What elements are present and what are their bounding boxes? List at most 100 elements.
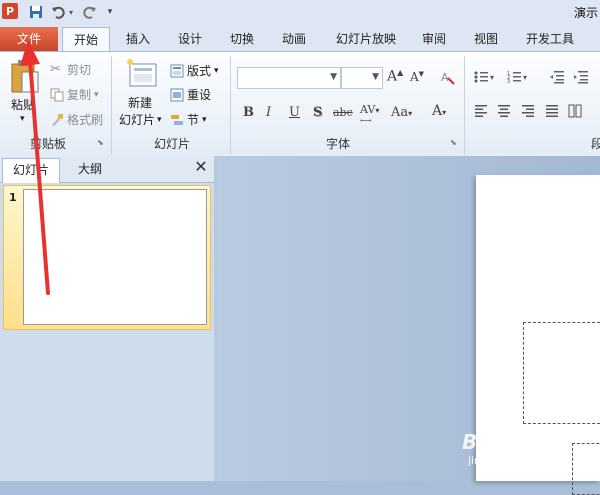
powerpoint-logo-icon: P [2,3,18,19]
svg-text:▾: ▾ [523,73,527,82]
decrease-indent-icon[interactable] [549,70,565,84]
chevron-down-icon[interactable]: ▼ [330,72,337,82]
paste-button[interactable]: 粘贴 [11,96,35,113]
tab-slideshow[interactable]: 幻灯片放映 [326,28,406,51]
align-left-icon[interactable] [474,104,488,118]
layout-icon [170,64,184,78]
tab-transitions[interactable]: 切换 [222,28,262,51]
ribbon: 粘贴 ▾ ✂ 剪切 复制 ▾ 格式刷 剪贴板 ⬊ 新建 幻灯片 ▾ 版式 ▾ 重… [0,51,600,157]
chevron-down-icon[interactable]: ▼ [372,72,379,82]
new-slide-button[interactable]: 幻灯片 ▾ [119,111,162,128]
numbering-icon[interactable]: 1 2 3 ▾ [507,70,529,84]
svg-text:A: A [441,71,449,84]
baidu-watermark-url: jingyan.baidu.com [468,454,570,467]
tab-file[interactable]: 文件 [0,27,58,51]
section-label: 节 [187,113,200,127]
strikethrough-button[interactable]: abc [333,106,353,119]
separator [230,56,231,154]
tab-review[interactable]: 审阅 [414,28,454,51]
paste-icon[interactable] [10,58,40,94]
layout-dropdown-icon[interactable]: ▾ [214,66,219,76]
bold-button[interactable]: B [243,105,254,120]
tab-animations[interactable]: 动画 [274,28,314,51]
new-slide-label-2: 幻灯片 [119,113,156,127]
tab-developer[interactable]: 开发工具 [518,28,582,51]
tab-design[interactable]: 设计 [170,28,210,51]
format-painter-button[interactable]: 格式刷 [50,111,103,128]
reset-icon [170,88,184,102]
save-icon[interactable] [28,3,44,21]
tab-slides[interactable]: 幻灯片 [2,158,60,183]
slide-thumbnail[interactable] [23,189,207,325]
clipboard-launcher-icon[interactable]: ⬊ [97,138,104,147]
undo-dropdown-icon[interactable]: ▾ [67,3,75,21]
svg-text:3: 3 [507,79,510,84]
font-launcher-icon[interactable]: ⬊ [450,138,457,147]
section-dropdown-icon[interactable]: ▾ [202,115,207,125]
brush-icon [50,113,64,127]
separator [464,56,465,154]
justify-icon[interactable] [545,104,559,118]
title-placeholder[interactable] [523,322,600,424]
tab-insert[interactable]: 插入 [118,28,158,51]
align-right-icon[interactable] [521,104,535,118]
align-center-icon[interactable] [497,104,511,118]
reset-label: 重设 [187,88,212,102]
tab-outline[interactable]: 大纲 [62,158,118,182]
font-name-combo[interactable]: ▼ [237,67,341,89]
format-painter-label: 格式刷 [67,113,104,127]
increase-indent-icon[interactable] [573,70,589,84]
customize-toolbar-icon[interactable]: ▾ [104,3,116,21]
clipboard-group-label: 剪贴板 [30,137,67,151]
undo-icon[interactable] [50,3,66,21]
reset-button[interactable]: 重设 [170,86,211,103]
separator [111,56,112,154]
font-color-label: A [432,103,443,119]
font-color-button[interactable]: A▾ [432,103,446,119]
slide-number: 1 [9,191,17,204]
scissors-icon: ✂ [50,61,61,77]
copy-icon [50,88,64,102]
tab-home[interactable]: 开始 [62,27,110,53]
paste-dropdown-icon[interactable]: ▾ [20,114,25,124]
change-case-button[interactable]: Aa▾ [391,105,412,120]
svg-text:▾: ▾ [490,73,494,82]
font-group-label: 字体 [326,137,351,151]
copy-dropdown-icon[interactable]: ▾ [94,90,99,100]
copy-button[interactable]: 复制 ▾ [50,86,99,103]
bullets-icon[interactable]: ▾ [474,70,496,84]
new-slide-icon[interactable] [126,58,158,88]
baidu-watermark-logo: Bai 经验 [462,430,545,454]
slides-group-label: 幻灯片 [154,137,191,151]
cut-button[interactable]: ✂ 剪切 [50,61,91,78]
columns-icon[interactable] [568,104,582,118]
new-slide-label-1[interactable]: 新建 [128,94,152,111]
char-spacing-label: AV [360,103,376,116]
new-slide-dropdown-icon[interactable]: ▾ [157,115,162,125]
shadow-button[interactable]: S [313,105,322,120]
clear-format-icon[interactable]: A [440,69,456,85]
char-spacing-button[interactable]: AV▾ ⟷ [360,103,379,125]
italic-button[interactable]: I [266,105,271,120]
arrows-icon: ⟷ [360,116,372,125]
section-button[interactable]: 节 ▾ [170,111,207,128]
underline-button[interactable]: U [289,105,300,120]
tab-view[interactable]: 视图 [466,28,506,51]
subtitle-placeholder[interactable] [572,443,600,495]
title-bar: P ▾ ▾ 演示 [0,0,600,24]
layout-button[interactable]: 版式 ▾ [170,62,219,79]
redo-icon[interactable] [82,3,98,21]
font-size-combo[interactable]: ▼ [341,67,383,89]
cut-label: 剪切 [67,63,92,77]
layout-label: 版式 [187,64,212,78]
close-icon[interactable]: ✕ [193,159,209,175]
section-icon [170,113,184,127]
shrink-font-label: A [410,70,419,84]
copy-label: 复制 [67,88,92,102]
paragraph-group-label: 段 [591,137,600,151]
shrink-font-button[interactable]: A▼ [410,70,424,84]
grow-font-label: A [387,68,398,85]
grow-font-button[interactable]: A▲ [387,68,403,85]
window-title: 演示 [573,6,598,20]
change-case-label: Aa [391,105,409,120]
